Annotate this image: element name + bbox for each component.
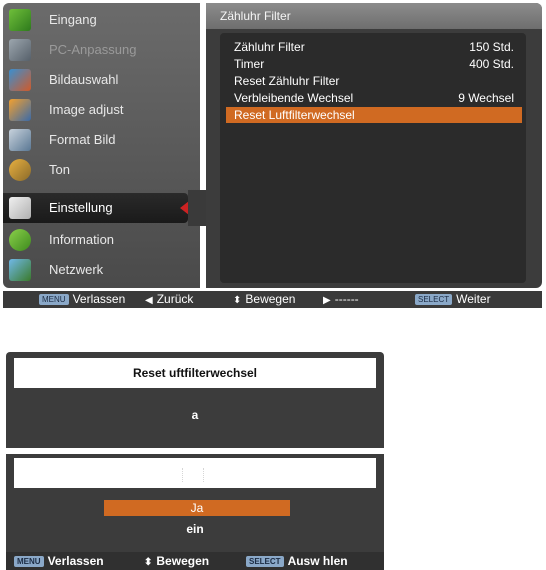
up-down-arrow-icon: ⬍ [144,557,153,568]
menu-row-verbleibende-wechsel[interactable]: Verbleibende Wechsel 9 Wechsel [226,90,522,106]
move-hint-label: Bewegen [245,292,296,306]
screen-format-icon [9,129,31,151]
sound-icon [9,159,31,181]
dialog-footer: MENU Verlassen ⬍ Bewegen SELECT Ausw hlen [6,552,384,570]
menu-row-reset-zaehluhr-filter[interactable]: Reset Zähluhr Filter [226,73,522,89]
submenu-title-bar: Zähluhr Filter [206,3,542,29]
submenu-list: Zähluhr Filter 150 Std. Timer 400 Std. R… [220,33,526,283]
network-icon [9,259,31,281]
sidebar-item-label: Ton [49,162,70,177]
input-icon [9,9,31,31]
confirm-dialog: Reset uftfilterwechsel a Ja ein MENU Verl… [6,352,384,570]
dialog-info-box [14,458,376,488]
row-label: Timer [234,57,265,71]
menu-key-icon: MENU [14,556,44,567]
settings-tools-icon [9,197,31,219]
pc-adjust-icon [9,39,31,61]
sidebar-item-label: Image adjust [49,102,124,117]
status-bar: MENU Verlassen ◀ Zurück ⬍ Bewegen ▶ ------ S… [3,291,542,308]
footer-select-hint: SELECT Ausw hlen [246,554,348,568]
next-hint-label: Weiter [456,292,491,306]
exit-hint-label: Verlassen [72,292,126,306]
yes-button[interactable]: Ja [104,500,290,516]
sidebar-item-label: Einstellung [49,200,113,215]
row-value: 400 Std. [469,57,514,71]
sidebar-item-label: Format Bild [49,132,116,147]
sidebar-item-eingang[interactable]: Eingang [3,5,200,35]
sidebar-item-label: Eingang [49,12,97,27]
footer-move-hint: ⬍ Bewegen [144,554,209,568]
exit-hint: MENU Verlassen [39,292,125,306]
sidebar-item-label: Information [49,232,115,247]
menu-row-timer[interactable]: Timer 400 Std. [226,56,522,72]
submenu-title: Zähluhr Filter [220,9,291,23]
image-select-icon [9,69,31,91]
sidebar-item-pc-anpassung[interactable]: PC-Anpassung [3,35,200,65]
footer-select-label: Ausw hlen [287,554,348,568]
up-down-arrow-icon: ⬍ [233,295,242,306]
move-hint: ⬍ Bewegen [233,292,295,306]
back-hint-label: Zurück [156,292,194,306]
menu-row-reset-luftfilterwechsel[interactable]: Reset Luftfilterwechsel [226,107,522,123]
sidebar-item-label: Netzwerk [49,262,104,277]
information-icon [9,229,31,251]
projector-menu-screen: Eingang PC-Anpassung Bildauswahl Image a… [0,0,546,308]
dialog-title: Reset uftfilterwechsel [14,358,376,388]
back-hint: ◀ Zurück [145,292,193,306]
image-adjust-icon [9,99,31,121]
no-button[interactable]: ein [6,522,384,536]
sidebar-item-label: PC-Anpassung [49,42,137,57]
row-value: 9 Wechsel [458,91,514,105]
dots-label: ------ [334,292,359,306]
row-label: Reset Luftfilterwechsel [234,108,355,122]
right-arrow-icon: ▶ [323,295,331,306]
footer-exit-label: Verlassen [47,554,104,568]
sidebar-item-information[interactable]: Information [3,225,200,255]
next-hint: SELECT Weiter [415,292,491,306]
main-menu-sidebar: Eingang PC-Anpassung Bildauswahl Image a… [3,3,200,288]
select-key-icon: SELECT [246,556,284,567]
row-value: 150 Std. [469,40,514,54]
row-label: Zähluhr Filter [234,40,305,54]
row-label: Verbleibende Wechsel [234,91,354,105]
right-hint: ▶ ------ [323,292,359,306]
sidebar-item-ton[interactable]: Ton [3,155,200,185]
dialog-divider [6,448,384,454]
footer-move-label: Bewegen [156,554,210,568]
menu-row-zaehluhr-filter[interactable]: Zähluhr Filter 150 Std. [226,39,522,55]
sidebar-item-einstellung[interactable]: Einstellung [3,193,189,223]
select-key-icon: SELECT [415,294,453,305]
footer-exit-hint: MENU Verlassen [14,554,104,568]
sidebar-item-netzwerk[interactable]: Netzwerk [3,255,200,285]
left-arrow-icon: ◀ [145,295,153,306]
sidebar-item-label: Bildauswahl [49,72,119,87]
sidebar-item-bildauswahl[interactable]: Bildauswahl [3,65,200,95]
submenu-panel: Zähluhr Filter Zähluhr Filter 150 Std. T… [206,3,542,288]
menu-key-icon: MENU [39,294,69,305]
dialog-message: a [191,408,199,422]
menu-connector [188,190,206,226]
faint-marker [182,468,204,482]
sidebar-item-format-bild[interactable]: Format Bild [3,125,200,155]
row-label: Reset Zähluhr Filter [234,74,340,88]
sidebar-item-image-adjust[interactable]: Image adjust [3,95,200,125]
